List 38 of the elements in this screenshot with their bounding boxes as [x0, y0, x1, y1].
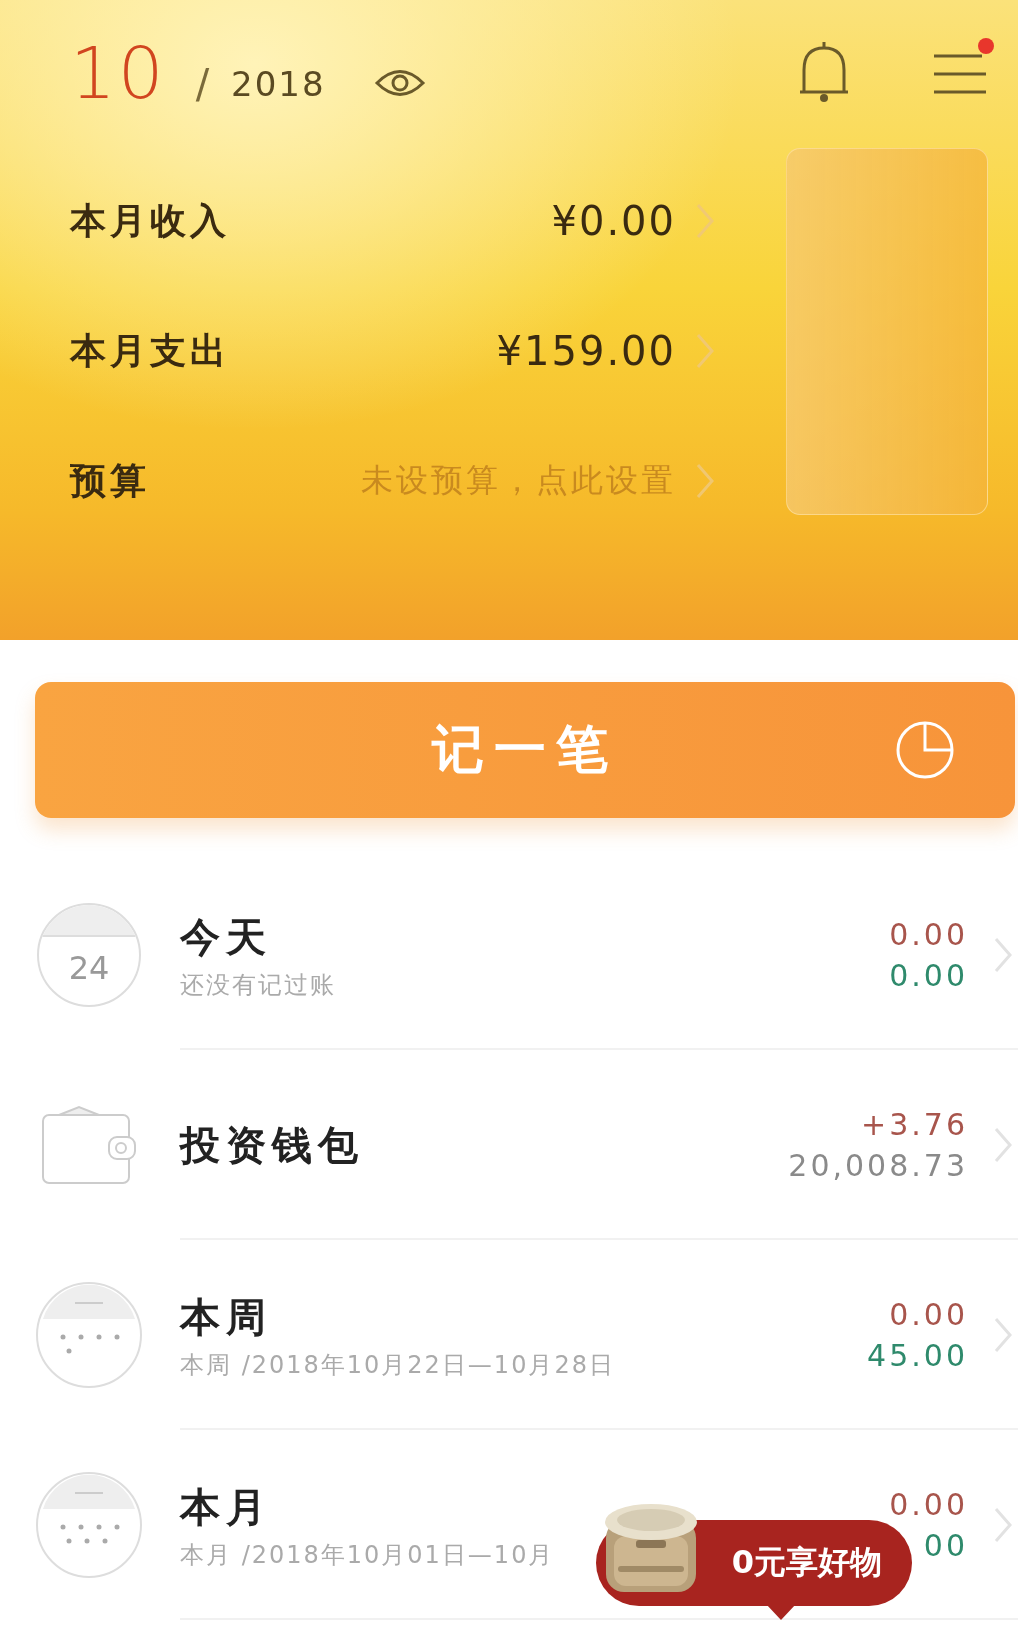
chevron-icon — [992, 1125, 1014, 1165]
chevron-icon — [992, 935, 1014, 975]
calendar-icon — [35, 1471, 143, 1579]
pointer-icon — [766, 1604, 796, 1620]
entry-amount: 0.00 — [889, 917, 968, 952]
chevron-icon — [992, 1505, 1014, 1545]
summary-amount: ¥0.00 — [550, 198, 676, 244]
entry-title: 今天 — [180, 912, 272, 962]
entry-title: 本月 — [180, 1482, 272, 1532]
summary-label: 本月收入 — [70, 198, 231, 243]
entry-amount: 0.00 — [889, 958, 968, 993]
entry-amount: 0.00 — [889, 1297, 968, 1332]
day-number: 24 — [68, 949, 110, 987]
chevron-icon — [694, 201, 716, 241]
record-button[interactable]: 记一笔 — [35, 682, 1015, 818]
summary-label: 本月支出 — [70, 328, 231, 373]
wallet-icon — [39, 1103, 139, 1187]
entry-amount: 00 — [923, 1528, 968, 1563]
entry-amount: 45.00 — [867, 1338, 968, 1373]
entry-subtitle: 还没有记过账 — [180, 969, 336, 1001]
promo-label: 0元享好物 — [731, 1542, 882, 1583]
chevron-icon — [992, 1315, 1014, 1355]
month-number[interactable]: 10 — [70, 31, 166, 115]
chevron-icon — [694, 331, 716, 371]
entry-subtitle: 本周 /2018年10月22日—10月28日 — [180, 1349, 615, 1381]
entry-title: 投资钱包 — [180, 1120, 364, 1170]
entry-amount: 20,008.73 — [788, 1148, 968, 1183]
entry-subtitle: 本月 /2018年10月01日—10月 — [180, 1539, 555, 1571]
entry-title: 本周 — [180, 1292, 272, 1342]
calendar-icon — [35, 1281, 143, 1389]
entry-amount: 0.00 — [889, 1487, 968, 1522]
summary-amount: ¥159.00 — [495, 328, 676, 374]
chevron-icon — [694, 461, 716, 501]
date-separator: / — [195, 61, 210, 107]
year-label: 2018 — [231, 64, 326, 104]
pie-chart-icon — [895, 720, 955, 780]
entry-amount: +3.76 — [861, 1107, 968, 1142]
summary-label: 预算 — [70, 458, 151, 503]
